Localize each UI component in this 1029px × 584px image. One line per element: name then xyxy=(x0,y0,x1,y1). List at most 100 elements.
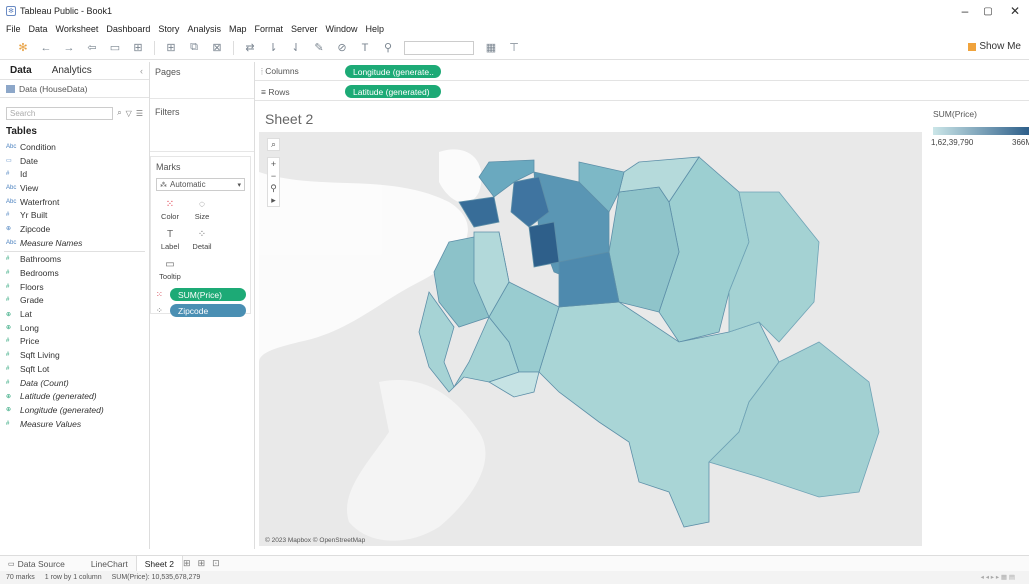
close-button[interactable]: ✕ xyxy=(995,0,1029,22)
datasource-item[interactable]: Data (HouseData) xyxy=(0,80,149,98)
mark-type-dropdown[interactable]: ⁂ Automatic ▾ xyxy=(156,178,245,191)
field-item[interactable]: ▭ Date xyxy=(0,154,149,168)
search-input[interactable]: Search xyxy=(6,106,114,120)
menu-worksheet[interactable]: Worksheet xyxy=(56,24,99,34)
color-button[interactable]: ⁙ Color xyxy=(154,195,186,225)
sheet-title[interactable]: Sheet 2 xyxy=(265,111,313,127)
field-item[interactable]: Abc View xyxy=(0,181,149,195)
sum-price-pill[interactable]: SUM(Price) xyxy=(170,288,246,301)
duplicate-sheet-icon[interactable]: ⧉ xyxy=(187,41,201,55)
zoom-in-icon[interactable]: + xyxy=(268,158,279,170)
sort-descending-icon[interactable]: ⇃ xyxy=(289,41,303,55)
menu-help[interactable]: Help xyxy=(366,24,385,34)
map-canvas[interactable]: ⌕ + − ⚲ ▸ © 2023 Mapbox © OpenStreetMap xyxy=(259,132,922,546)
menu-file[interactable]: File xyxy=(6,24,21,34)
menu-server[interactable]: Server xyxy=(291,24,318,34)
show-cards-icon[interactable]: ▦ xyxy=(484,41,498,55)
field-item[interactable]: ⊕ Zipcode xyxy=(0,222,149,236)
rows-shelf[interactable]: ≡ Rows Latitude (generated) xyxy=(255,83,1029,101)
field-item[interactable]: ⊕ Latitude (generated) xyxy=(0,389,149,403)
pin-icon[interactable]: ⚲ xyxy=(381,41,395,55)
legend-title: SUM(Price) xyxy=(933,109,977,119)
field-item[interactable]: ⊕ Long xyxy=(0,321,149,335)
save-icon[interactable]: ▭ xyxy=(108,41,122,55)
zoom-out-icon[interactable]: − xyxy=(268,170,279,182)
field-item[interactable]: # Bedrooms xyxy=(0,266,149,280)
menu-dashboard[interactable]: Dashboard xyxy=(106,24,150,34)
field-item[interactable]: # Yr Built xyxy=(0,208,149,222)
tab-analytics[interactable]: Analytics xyxy=(42,65,102,76)
field-item[interactable]: ⊕ Lat xyxy=(0,307,149,321)
field-item[interactable]: # Data (Count) xyxy=(0,376,149,390)
field-item[interactable]: Abc Condition xyxy=(0,140,149,154)
sort-ascending-icon[interactable]: ⇂ xyxy=(266,41,280,55)
menu-data[interactable]: Data xyxy=(29,24,48,34)
highlight-icon[interactable]: ✎ xyxy=(312,41,326,55)
menu-bar: File Data Worksheet Dashboard Story Anal… xyxy=(0,22,1029,36)
field-item[interactable]: Abc Measure Names xyxy=(0,236,149,250)
menu-story[interactable]: Story xyxy=(158,24,179,34)
field-item[interactable]: # Measure Values xyxy=(0,417,149,431)
color-legend[interactable]: SUM(Price) 1,62,39,790 366M xyxy=(929,105,1029,150)
swap-rows-columns-icon[interactable]: ⇄ xyxy=(243,41,257,55)
field-item[interactable]: # Floors xyxy=(0,280,149,294)
field-item[interactable]: # Sqft Lot xyxy=(0,362,149,376)
filters-card[interactable]: Filters xyxy=(150,102,254,152)
tab-linechart[interactable]: LineChart xyxy=(83,556,136,572)
field-item[interactable]: # Sqft Living xyxy=(0,348,149,362)
presentation-icon[interactable]: ⊤ xyxy=(507,41,521,55)
latitude-pill[interactable]: Latitude (generated) xyxy=(345,85,441,98)
field-item[interactable]: # Price xyxy=(0,335,149,349)
clear-sheet-icon[interactable]: ⊠ xyxy=(210,41,224,55)
field-name: Waterfront xyxy=(20,196,60,207)
chevron-down-icon: ▾ xyxy=(237,181,241,189)
sheet-navigation-icons[interactable]: ◂ ◂ ▸ ▸ ▦ ▤ xyxy=(981,573,1015,581)
collapse-pane-icon[interactable]: ‹ xyxy=(140,66,143,76)
menu-format[interactable]: Format xyxy=(254,24,283,34)
columns-shelf[interactable]: ⦙ Columns Longitude (generate.. xyxy=(255,63,1029,81)
expand-toolbar-icon[interactable]: ▸ xyxy=(268,194,279,206)
fit-dropdown[interactable] xyxy=(404,40,474,55)
menu-analysis[interactable]: Analysis xyxy=(187,24,221,34)
field-item[interactable]: # Bathrooms xyxy=(0,253,149,267)
tab-data[interactable]: Data xyxy=(0,65,42,76)
show-me-button[interactable]: Show Me xyxy=(968,41,1021,52)
group-icon[interactable]: ⊘ xyxy=(335,41,349,55)
menu-window[interactable]: Window xyxy=(326,24,358,34)
new-datasource-icon[interactable]: ⊞ xyxy=(131,41,145,55)
label-button[interactable]: T Label xyxy=(154,225,186,255)
field-type-icon: # xyxy=(6,283,10,290)
field-type-icon: ⊕ xyxy=(6,407,12,414)
labels-icon[interactable]: T xyxy=(358,41,372,55)
zipcode-pill[interactable]: Zipcode xyxy=(170,304,246,317)
tooltip-button[interactable]: ▭ Tooltip xyxy=(154,255,186,285)
new-worksheet-icon[interactable]: ⊞ xyxy=(164,41,178,55)
replay-icon[interactable]: ⇦ xyxy=(85,41,99,55)
tab-data-source[interactable]: ▭ Data Source xyxy=(0,556,73,572)
detail-button[interactable]: ⁘ Detail xyxy=(186,225,218,255)
undo-icon[interactable]: ← xyxy=(39,41,53,55)
field-item[interactable]: ⊕ Longitude (generated) xyxy=(0,403,149,417)
map-search-icon[interactable]: ⌕ xyxy=(267,138,280,151)
field-item[interactable]: # Grade xyxy=(0,294,149,308)
search-icon[interactable]: ⌕ xyxy=(117,108,121,118)
new-dashboard-icon[interactable]: ⊞ xyxy=(198,558,206,569)
pin-map-icon[interactable]: ⚲ xyxy=(268,182,279,194)
size-button[interactable]: ◌ Size xyxy=(186,195,218,225)
field-item[interactable]: # Id xyxy=(0,167,149,181)
new-worksheet-icon[interactable]: ⊞ xyxy=(183,558,191,569)
map-zoom-controls[interactable]: + − ⚲ ▸ xyxy=(267,157,280,207)
longitude-pill[interactable]: Longitude (generate.. xyxy=(345,65,441,78)
tables-heading: Tables xyxy=(6,126,37,137)
tab-sheet-2[interactable]: Sheet 2 xyxy=(135,555,184,572)
menu-map[interactable]: Map xyxy=(229,24,247,34)
redo-icon[interactable]: → xyxy=(62,41,76,55)
view-options-icon[interactable]: ☰ xyxy=(136,109,143,118)
field-item[interactable]: Abc Waterfront xyxy=(0,195,149,209)
field-name: Measure Values xyxy=(20,418,82,429)
filter-icon[interactable]: ▽ xyxy=(126,109,132,118)
show-me-label: Show Me xyxy=(979,41,1021,52)
pages-card[interactable]: Pages xyxy=(150,62,254,99)
new-story-icon[interactable]: ⊡ xyxy=(212,558,220,569)
tableau-home-icon[interactable]: ✻ xyxy=(16,41,30,55)
